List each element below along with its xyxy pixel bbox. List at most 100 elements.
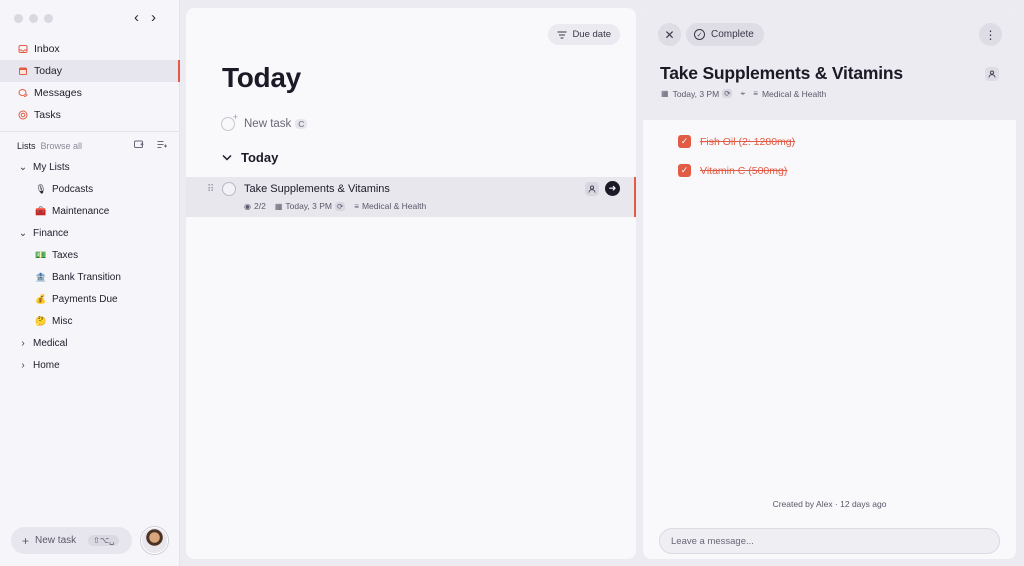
new-task-input[interactable]: New task C	[221, 112, 308, 131]
history-nav: ‹ ›	[134, 10, 156, 25]
list-item-misc[interactable]: 🤔 Misc	[0, 310, 180, 332]
inbox-icon	[17, 44, 28, 55]
forward-arrow-icon[interactable]: ›	[151, 10, 156, 25]
more-options-icon[interactable]: ⋮	[979, 23, 1002, 46]
detail-meta: ▦ Today, 3 PM ⟳ ⌖ ≡ Medical & Health	[661, 88, 834, 99]
list-item-label: Podcasts	[52, 183, 94, 195]
detail-title: Take Supplements & Vitamins	[660, 63, 903, 83]
calendar-icon: ▦	[661, 89, 669, 98]
task-checkbox[interactable]	[222, 182, 236, 196]
nav-item-inbox[interactable]: Inbox	[0, 38, 180, 60]
user-avatar[interactable]	[141, 527, 168, 554]
toolbox-icon: 🧰	[35, 205, 47, 216]
message-input[interactable]	[659, 528, 1000, 554]
subtask-item[interactable]: ✓ Fish Oil (2: 1280mg)	[678, 135, 795, 148]
thinking-face-icon: 🤔	[35, 315, 47, 326]
filter-icon	[557, 30, 567, 39]
list-item-label: Bank Transition	[52, 271, 121, 283]
close-window-button[interactable]	[14, 14, 23, 23]
list-group-label: Home	[33, 359, 60, 371]
list-item-bank-transition[interactable]: 🏦 Bank Transition	[0, 266, 180, 288]
money-bag-icon: 💰	[35, 293, 47, 304]
list-group-home[interactable]: › Home	[0, 354, 180, 376]
section-title: Today	[241, 150, 279, 165]
progress-text: 2/2	[253, 201, 266, 211]
lists-label: Lists	[17, 140, 36, 151]
sidebar: ‹ › Inbox Today Messages Tasks Lists Bro…	[0, 0, 180, 566]
list-group-finance[interactable]: ⌄ Finance	[0, 222, 180, 244]
detail-category[interactable]: ≡ Medical & Health	[753, 89, 826, 99]
progress-icon: ◉	[244, 201, 251, 211]
minimize-window-button[interactable]	[29, 14, 38, 23]
sort-label: Due date	[572, 29, 611, 40]
page-title: Today	[222, 62, 301, 93]
maximize-window-button[interactable]	[44, 14, 53, 23]
due-text: Today, 3 PM	[672, 88, 720, 99]
created-info: Created by Alex · 12 days ago	[772, 499, 887, 509]
category-text: Medical & Health	[361, 201, 427, 211]
nav-label: Tasks	[34, 109, 61, 121]
task-title: Take Supplements & Vitamins	[244, 183, 390, 195]
browse-all-link[interactable]: Browse all	[41, 141, 83, 151]
task-meta: ◉ 2/2 ▦ Today, 3 PM ⟳ ≡ Medical & Health	[244, 201, 435, 211]
lists-actions	[134, 140, 167, 151]
list-group-medical[interactable]: › Medical	[0, 332, 180, 354]
section-header-today[interactable]: Today	[222, 150, 278, 165]
chevron-right-icon: ›	[21, 359, 25, 371]
money-icon: 💵	[35, 249, 47, 260]
assignee-icon[interactable]	[985, 67, 999, 81]
chevron-down-icon: ⌄	[18, 161, 28, 173]
new-task-label: New task	[35, 535, 77, 546]
bank-icon: 🏦	[35, 271, 47, 282]
assignee-icon[interactable]	[585, 182, 599, 196]
list-item-taxes[interactable]: 💵 Taxes	[0, 244, 180, 266]
subtask-progress: ◉ 2/2	[244, 201, 266, 211]
sidebar-divider	[0, 131, 180, 132]
sort-due-date-button[interactable]: Due date	[548, 24, 620, 45]
checkbox-checked-icon[interactable]: ✓	[678, 164, 691, 177]
list-item-payments-due[interactable]: 💰 Payments Due	[0, 288, 180, 310]
window-controls	[14, 14, 53, 23]
open-task-arrow-icon[interactable]: ➜	[605, 181, 620, 196]
complete-label: Complete	[711, 29, 754, 40]
list-group-my-lists[interactable]: ⌄ My Lists	[0, 156, 180, 178]
close-detail-button[interactable]: ✕	[658, 23, 681, 46]
repeat-icon: ⟳	[335, 201, 346, 211]
nav-item-tasks[interactable]: Tasks	[0, 104, 180, 126]
drag-handle-icon[interactable]: ⠿	[207, 184, 214, 195]
subtask-item[interactable]: ✓ Vitamin C (500mg)	[678, 164, 787, 177]
task-detail-panel: ✕ ✓ Complete ⋮ Take Supplements & Vitami…	[643, 8, 1016, 559]
checkbox-checked-icon[interactable]: ✓	[678, 135, 691, 148]
repeat-icon: ⟳	[722, 89, 733, 98]
check-circle-icon: ✓	[694, 29, 705, 40]
task-due: ▦ Today, 3 PM ⟳	[275, 201, 346, 211]
target-icon	[17, 110, 28, 121]
detail-due[interactable]: ▦ Today, 3 PM ⟳	[661, 88, 733, 99]
microphone-icon: 🎙	[35, 183, 47, 194]
subtask-label: Fish Oil (2: 1280mg)	[700, 135, 796, 148]
new-task-button[interactable]: + New task ⇧⌥␣	[11, 527, 132, 554]
shortcut-badge: ⇧⌥␣	[88, 535, 120, 546]
nav-label: Inbox	[34, 43, 60, 55]
task-category: ≡ Medical & Health	[354, 201, 426, 211]
nav-label: Today	[34, 65, 63, 77]
list-item-label: Payments Due	[52, 293, 118, 305]
chevron-down-icon	[222, 152, 232, 164]
list-group-label: My Lists	[33, 161, 70, 173]
complete-button[interactable]: ✓ Complete	[686, 23, 764, 46]
tag-icon[interactable]: ⌖	[740, 88, 745, 99]
add-folder-icon[interactable]	[134, 140, 144, 151]
list-item-podcasts[interactable]: 🎙 Podcasts	[0, 178, 180, 200]
list-item-label: Taxes	[52, 249, 79, 261]
nav-item-today[interactable]: Today	[0, 60, 180, 82]
task-row[interactable]: ⠿ Take Supplements & Vitamins ◉ 2/2 ▦ To…	[186, 177, 636, 217]
list-icon: ≡	[354, 201, 359, 211]
list-item-maintenance[interactable]: 🧰 Maintenance	[0, 200, 180, 222]
new-task-placeholder: New task	[244, 118, 292, 130]
list-group-label: Finance	[33, 227, 69, 239]
add-list-icon[interactable]	[157, 140, 167, 151]
back-arrow-icon[interactable]: ‹	[134, 10, 139, 25]
list-group-label: Medical	[33, 337, 68, 349]
due-text: Today, 3 PM	[285, 201, 332, 211]
nav-item-messages[interactable]: Messages	[0, 82, 180, 104]
